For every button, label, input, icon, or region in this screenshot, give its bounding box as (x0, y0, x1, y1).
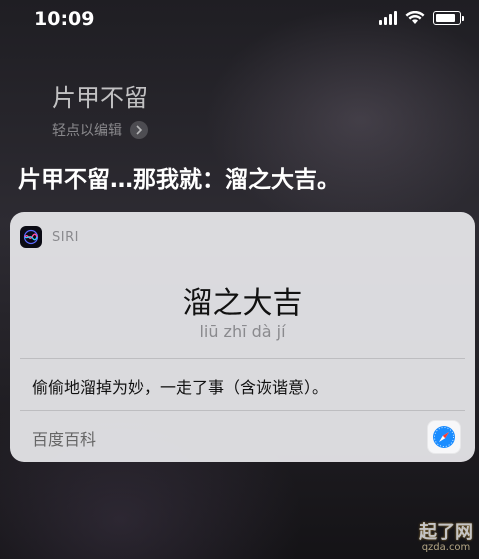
idiom-definition: 偷偷地溜掉为妙，一走了事（含诙谐意）。 (32, 378, 329, 397)
edit-hint-label: 轻点以编辑 (52, 123, 122, 139)
card-divider-bottom (20, 410, 465, 411)
idiom-pinyin: liū zhī dà jí (199, 322, 286, 341)
card-divider-top (20, 358, 465, 359)
card-header: SIRI (20, 226, 79, 248)
siri-query: 片甲不留 (52, 84, 148, 112)
watermark-logo-text: 起了网 (419, 522, 473, 543)
wifi-icon (405, 11, 425, 24)
status-time: 10:09 (34, 8, 95, 30)
battery-icon (433, 11, 464, 25)
status-bar: 10:09 (0, 0, 479, 40)
card-header-label: SIRI (52, 229, 79, 245)
idiom-term: 溜之大吉 (182, 286, 303, 321)
site-watermark: 起了网 qzda.com (419, 518, 473, 553)
siri-response: 片甲不留…那我就：溜之大吉。 (18, 167, 340, 193)
source-link[interactable]: 百度百科 (32, 426, 96, 450)
status-icons (379, 11, 464, 25)
chevron-right-icon[interactable] (130, 121, 148, 139)
safari-icon[interactable] (427, 420, 461, 454)
siri-result-card[interactable]: SIRI 溜之大吉 liū zhī dà jí 偷偷地溜掉为妙，一走了事（含诙谐… (10, 212, 475, 462)
watermark-url: qzda.com (421, 542, 471, 553)
signal-icon (379, 11, 397, 25)
tap-to-edit[interactable]: 轻点以编辑 (52, 120, 148, 140)
siri-logo-icon (20, 226, 42, 248)
